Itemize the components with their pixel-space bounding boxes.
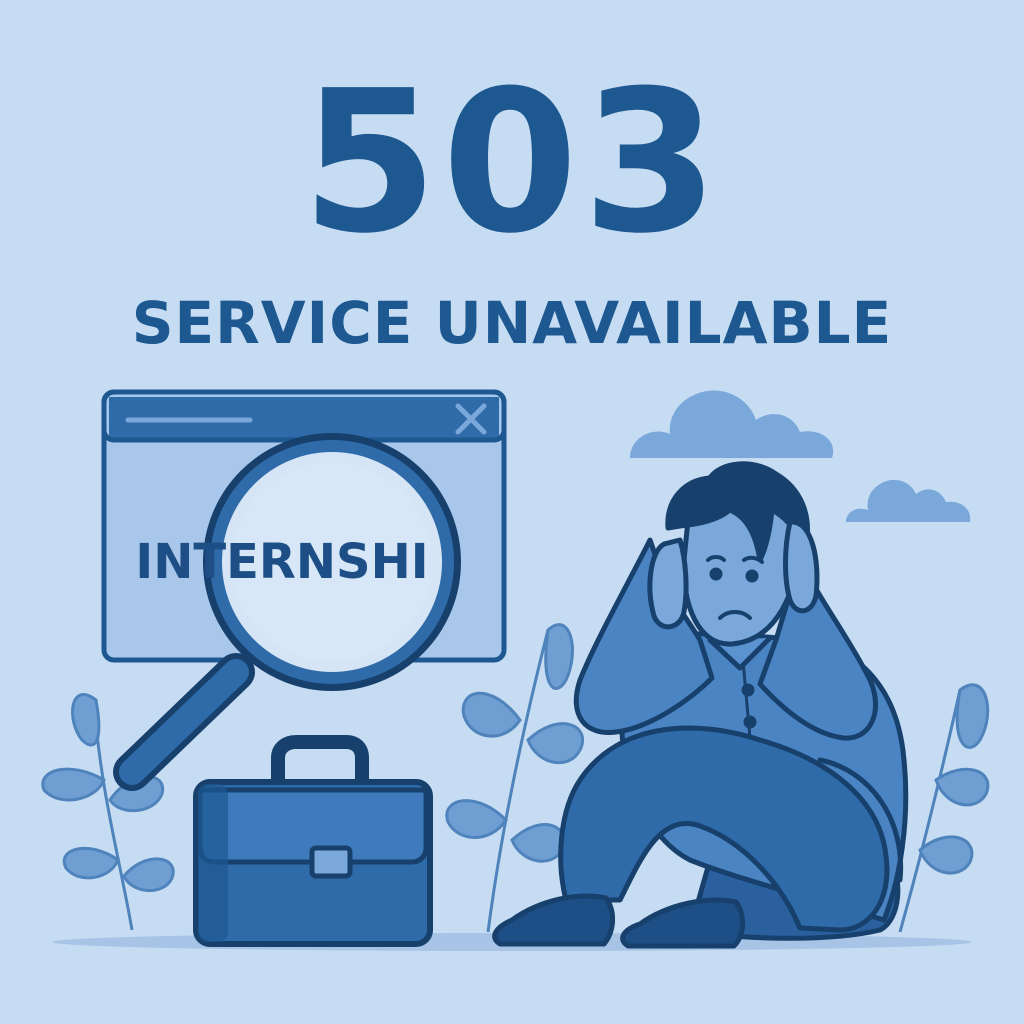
search-text: INTERNSHI bbox=[135, 534, 428, 590]
plant-right bbox=[898, 683, 990, 933]
illustration: INTERNSHI bbox=[41, 389, 990, 951]
briefcase-icon bbox=[193, 735, 433, 947]
cloud-small bbox=[846, 479, 971, 522]
sad-person bbox=[492, 461, 909, 949]
cloud-large bbox=[630, 390, 834, 458]
